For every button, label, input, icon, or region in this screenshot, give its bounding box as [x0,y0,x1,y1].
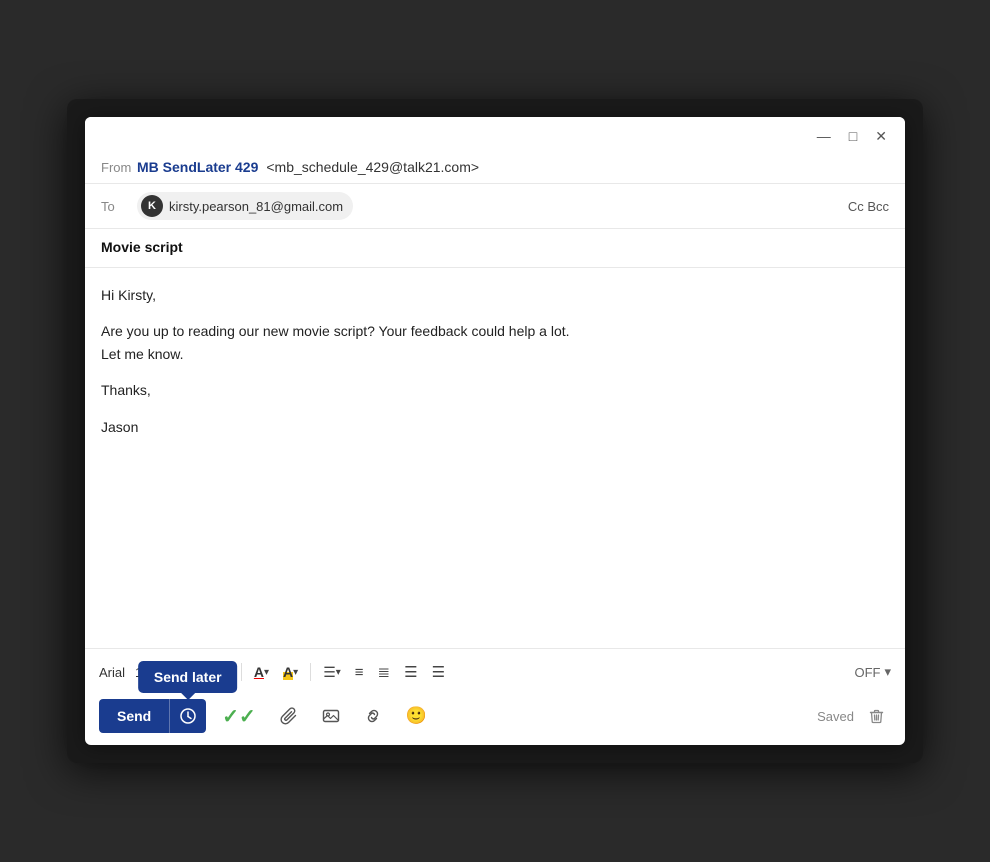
image-button[interactable] [314,701,348,731]
separator-2 [310,663,311,681]
body-thanks: Thanks, [101,379,889,401]
separator-1 [241,663,242,681]
to-label: To [101,199,137,214]
format-toolbar: Arial 10 ▾ B I U A ▾ [99,659,891,693]
from-email: <mb_schedule_429@talk21.com> [266,159,479,175]
to-row: To K kirsty.pearson_81@gmail.com Cc Bcc [85,184,905,229]
emoji-icon: 🙂 [406,706,427,726]
italic-icon: I [200,664,204,681]
italic-button[interactable]: I [195,660,209,685]
from-row: From MB SendLater 429 <mb_schedule_429@t… [85,151,905,184]
minimize-button[interactable]: — [813,127,835,145]
font-color-icon: A [254,664,264,680]
maximize-button[interactable]: □ [845,127,861,145]
body-line3: Let me know. [101,346,184,362]
bold-icon: B [175,664,186,681]
body-signature: Jason [101,416,889,438]
attach-button[interactable] [272,701,306,731]
clock-icon [180,708,196,724]
to-chip[interactable]: K kirsty.pearson_81@gmail.com [137,192,353,220]
delete-button[interactable] [862,704,891,729]
align-button[interactable]: ☰ ▾ [318,660,346,685]
subject-text: Movie script [101,239,183,255]
toolbar-area: Arial 10 ▾ B I U A ▾ [85,648,905,745]
align-icon: ☰ [323,664,336,681]
link-icon [364,707,382,725]
email-body[interactable]: Hi Kirsty, Are you up to reading our new… [85,268,905,648]
compose-window: — □ ✕ From MB SendLater 429 <mb_schedule… [85,117,905,745]
font-size-value: 10 [135,665,149,680]
highlight-chevron: ▾ [293,667,298,678]
check-icon: ✓✓ [222,704,256,729]
underline-icon: U [218,664,229,681]
close-button[interactable]: ✕ [871,127,891,145]
underline-button[interactable]: U [213,660,234,685]
font-color-button[interactable]: A ▾ [249,660,274,684]
title-bar: — □ ✕ [85,117,905,151]
highlight-color-button[interactable]: A ▾ [278,660,303,684]
send-button-group: Send Send later [99,699,206,733]
cc-bcc-button[interactable]: Cc Bcc [848,199,889,214]
bulleted-list-button[interactable]: ≣ [373,659,396,685]
window-shadow: — □ ✕ From MB SendLater 429 <mb_schedule… [67,99,923,763]
bold-button[interactable]: B [170,660,191,685]
from-name: MB SendLater 429 [137,159,258,175]
link-button[interactable] [356,701,390,731]
numbered-list-icon: ≡ [355,664,364,681]
body-content: Are you up to reading our new movie scri… [101,320,889,365]
send-button[interactable]: Send [99,699,169,733]
font-name: Arial [99,665,125,680]
body-greeting: Hi Kirsty, [101,284,889,306]
indent-more-icon: ☰ [432,663,445,681]
numbered-list-button[interactable]: ≡ [350,660,369,685]
trash-icon [868,708,885,725]
paperclip-icon [280,707,298,725]
saved-label: Saved [817,709,854,724]
off-chevron: ▾ [884,664,891,680]
from-label: From [101,160,137,175]
font-color-chevron: ▾ [264,667,269,678]
send-row: Send Send later [99,693,891,745]
off-toggle[interactable]: OFF ▾ [854,664,891,680]
title-bar-controls: — □ ✕ [813,127,891,145]
off-label: OFF [854,665,880,680]
bulleted-list-icon: ≣ [378,663,391,681]
image-icon [322,707,340,725]
to-email: kirsty.pearson_81@gmail.com [169,199,343,214]
body-line2: Are you up to reading our new movie scri… [101,323,570,339]
to-avatar: K [141,195,163,217]
indent-less-icon: ☰ [404,663,417,681]
indent-more-button[interactable]: ☰ [427,659,450,685]
font-size-selector[interactable]: 10 ▾ [135,664,158,680]
font-size-chevron-icon: ▾ [151,664,158,680]
check-button[interactable]: ✓✓ [214,700,264,733]
align-chevron: ▾ [336,667,341,678]
send-clock-wrapper: Send later [169,699,206,733]
send-label: Send [117,708,151,724]
send-later-button[interactable] [169,699,206,733]
emoji-button[interactable]: 🙂 [398,700,435,732]
subject-row: Movie script [85,229,905,268]
highlight-color-icon: A [283,664,293,680]
indent-less-button[interactable]: ☰ [399,659,422,685]
